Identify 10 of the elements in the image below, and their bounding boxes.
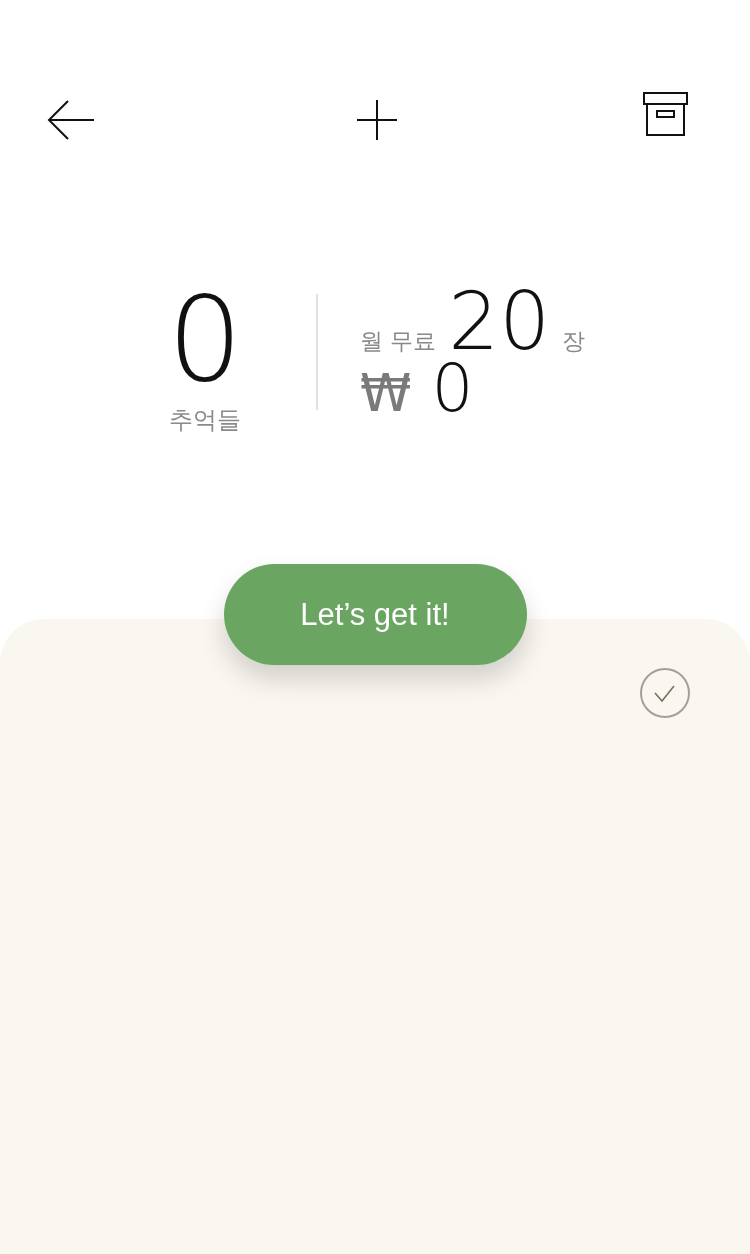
memory-count: 0 xyxy=(167,280,243,398)
free-prefix-text: 월 무료 xyxy=(360,328,437,356)
archive-box-icon[interactable] xyxy=(643,92,688,136)
memory-count-label: 추억들 xyxy=(169,406,241,435)
get-started-button[interactable]: Let’s get it! xyxy=(223,564,527,665)
currency-sign: ₩ xyxy=(360,367,412,419)
plus-icon[interactable] xyxy=(356,100,397,140)
back-arrow-icon[interactable] xyxy=(47,100,95,140)
check-circle-icon[interactable] xyxy=(640,668,690,718)
free-unit-text: 장 xyxy=(562,328,586,356)
